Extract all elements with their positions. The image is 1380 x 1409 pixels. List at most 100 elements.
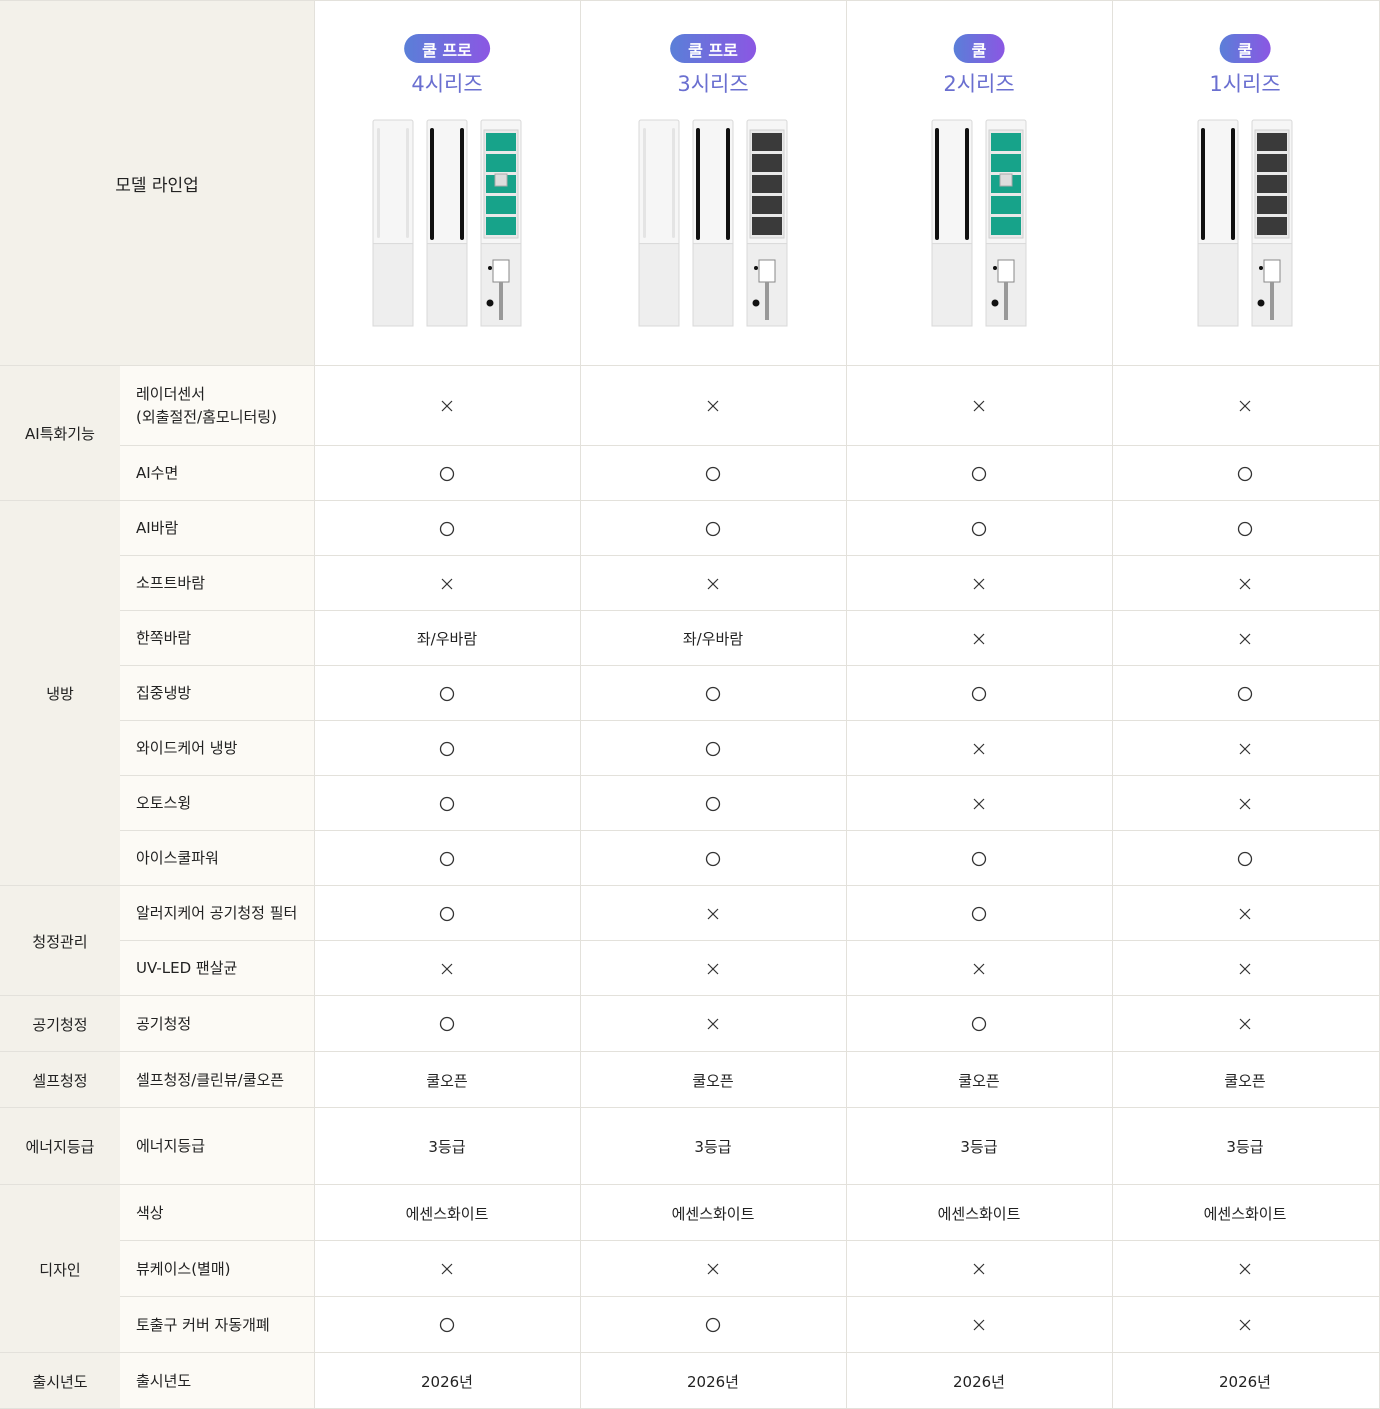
feature-text: 색상 bbox=[136, 1203, 164, 1222]
model-column-3: 쿨 2시리즈 bbox=[846, 0, 1112, 366]
category-label: 청정관리 bbox=[0, 886, 120, 996]
value-cell bbox=[580, 501, 846, 556]
unavailable-x-icon bbox=[1239, 1263, 1251, 1275]
value-cell bbox=[314, 941, 580, 996]
available-circle-icon bbox=[971, 851, 987, 866]
value-text: 3등급 bbox=[428, 1138, 466, 1156]
unavailable-x-icon bbox=[707, 1263, 719, 1275]
feature-label: UV-LED 팬살균 bbox=[120, 941, 314, 996]
column-divider bbox=[1112, 0, 1113, 1409]
feature-label: AI바람 bbox=[120, 501, 314, 556]
value-cell bbox=[1112, 996, 1378, 1052]
unavailable-x-icon bbox=[973, 1319, 985, 1331]
value-cell: 쿨오픈 bbox=[314, 1052, 580, 1108]
value-text: 3등급 bbox=[1226, 1138, 1264, 1156]
value-cell bbox=[314, 666, 580, 721]
category-text: 청정관리 bbox=[32, 932, 88, 951]
value-cell: 2026년 bbox=[580, 1353, 846, 1409]
lineup-title-cell: 모델 라인업 bbox=[0, 0, 314, 366]
value-cell bbox=[1112, 831, 1378, 886]
feature-text: 와이드케어 냉방 bbox=[136, 739, 238, 757]
value-cell bbox=[580, 886, 846, 941]
unit-panel-black bbox=[692, 119, 734, 327]
unavailable-x-icon bbox=[1239, 908, 1251, 919]
category-label: 공기청정 bbox=[0, 996, 120, 1052]
lineup-title: 모델 라인업 bbox=[115, 175, 199, 196]
value-cell: 에센스화이트 bbox=[580, 1185, 846, 1241]
available-circle-icon bbox=[971, 466, 987, 481]
feature-label: 셀프청정/클린뷰/쿨오픈 bbox=[120, 1052, 314, 1108]
value-cell bbox=[846, 721, 1112, 776]
category-text: 출시년도 bbox=[32, 1372, 88, 1391]
value-text: 쿨오픈 bbox=[692, 1071, 734, 1090]
feature-label: 에너지등급 bbox=[120, 1108, 314, 1185]
unavailable-x-icon bbox=[1239, 1319, 1251, 1331]
value-cell bbox=[314, 1297, 580, 1353]
column-divider bbox=[314, 0, 315, 1409]
feature-text: 소프트바람 bbox=[136, 574, 206, 592]
feature-text: 집중냉방 bbox=[136, 684, 192, 702]
value-cell bbox=[580, 1241, 846, 1297]
feature-label: 출시년도 bbox=[120, 1353, 314, 1409]
value-cell bbox=[1112, 611, 1378, 666]
value-cell bbox=[314, 996, 580, 1052]
value-cell bbox=[580, 1297, 846, 1353]
unavailable-x-icon bbox=[707, 908, 719, 919]
unit-panel-filter-green bbox=[480, 119, 522, 327]
model-column-2: 쿨 프로 3시리즈 bbox=[580, 0, 846, 366]
value-cell: 3등급 bbox=[846, 1108, 1112, 1185]
feature-text: 에너지등급 bbox=[136, 1137, 206, 1155]
top-border bbox=[0, 0, 1380, 1]
value-cell: 에센스화이트 bbox=[846, 1185, 1112, 1241]
value-text: 3등급 bbox=[960, 1138, 998, 1156]
available-circle-icon bbox=[1237, 521, 1253, 536]
unavailable-x-icon bbox=[707, 400, 719, 412]
column-divider bbox=[580, 0, 581, 1409]
feature-text: AI바람 bbox=[136, 519, 179, 537]
value-text: 좌/우바람 bbox=[416, 630, 478, 648]
available-circle-icon bbox=[439, 521, 455, 536]
available-circle-icon bbox=[971, 1016, 987, 1032]
value-cell bbox=[846, 1297, 1112, 1353]
value-cell bbox=[314, 776, 580, 831]
product-image bbox=[931, 119, 1027, 327]
value-cell bbox=[1112, 666, 1378, 721]
available-circle-icon bbox=[971, 906, 987, 921]
value-cell bbox=[1112, 776, 1378, 831]
value-text: 에센스화이트 bbox=[405, 1204, 489, 1223]
unit-panel-black bbox=[426, 119, 468, 327]
feature-label: 알러지케어 공기청정 필터 bbox=[120, 886, 314, 941]
value-cell: 3등급 bbox=[314, 1108, 580, 1185]
category-label: AI특화기능 bbox=[0, 366, 120, 501]
value-text: 에센스화이트 bbox=[671, 1204, 755, 1223]
value-text: 2026년 bbox=[421, 1372, 473, 1391]
unavailable-x-icon bbox=[973, 578, 985, 589]
value-cell bbox=[580, 831, 846, 886]
value-cell bbox=[1112, 721, 1378, 776]
unavailable-x-icon bbox=[1239, 743, 1251, 754]
value-text: 쿨오픈 bbox=[426, 1071, 468, 1090]
available-circle-icon bbox=[971, 521, 987, 536]
feature-label: 오토스윙 bbox=[120, 776, 314, 831]
value-cell bbox=[846, 996, 1112, 1052]
feature-label: 소프트바람 bbox=[120, 556, 314, 611]
available-circle-icon bbox=[1237, 686, 1253, 701]
feature-text: 오토스윙 bbox=[136, 794, 192, 812]
unavailable-x-icon bbox=[1239, 1018, 1251, 1030]
feature-label: 토출구 커버 자동개폐 bbox=[120, 1297, 314, 1353]
category-text: 셀프청정 bbox=[32, 1071, 88, 1090]
model-series: 2시리즈 bbox=[943, 72, 1015, 96]
value-cell bbox=[314, 721, 580, 776]
feature-text: AI수면 bbox=[136, 464, 179, 482]
model-column-1: 쿨 프로 4시리즈 bbox=[314, 0, 580, 366]
value-cell bbox=[580, 556, 846, 611]
available-circle-icon bbox=[705, 1317, 721, 1333]
available-circle-icon bbox=[705, 741, 721, 756]
feature-text: 출시년도 bbox=[136, 1371, 192, 1390]
available-circle-icon bbox=[439, 741, 455, 756]
value-cell: 2026년 bbox=[314, 1353, 580, 1409]
unavailable-x-icon bbox=[707, 578, 719, 589]
feature-label: 집중냉방 bbox=[120, 666, 314, 721]
category-label: 디자인 bbox=[0, 1185, 120, 1353]
value-cell bbox=[314, 501, 580, 556]
